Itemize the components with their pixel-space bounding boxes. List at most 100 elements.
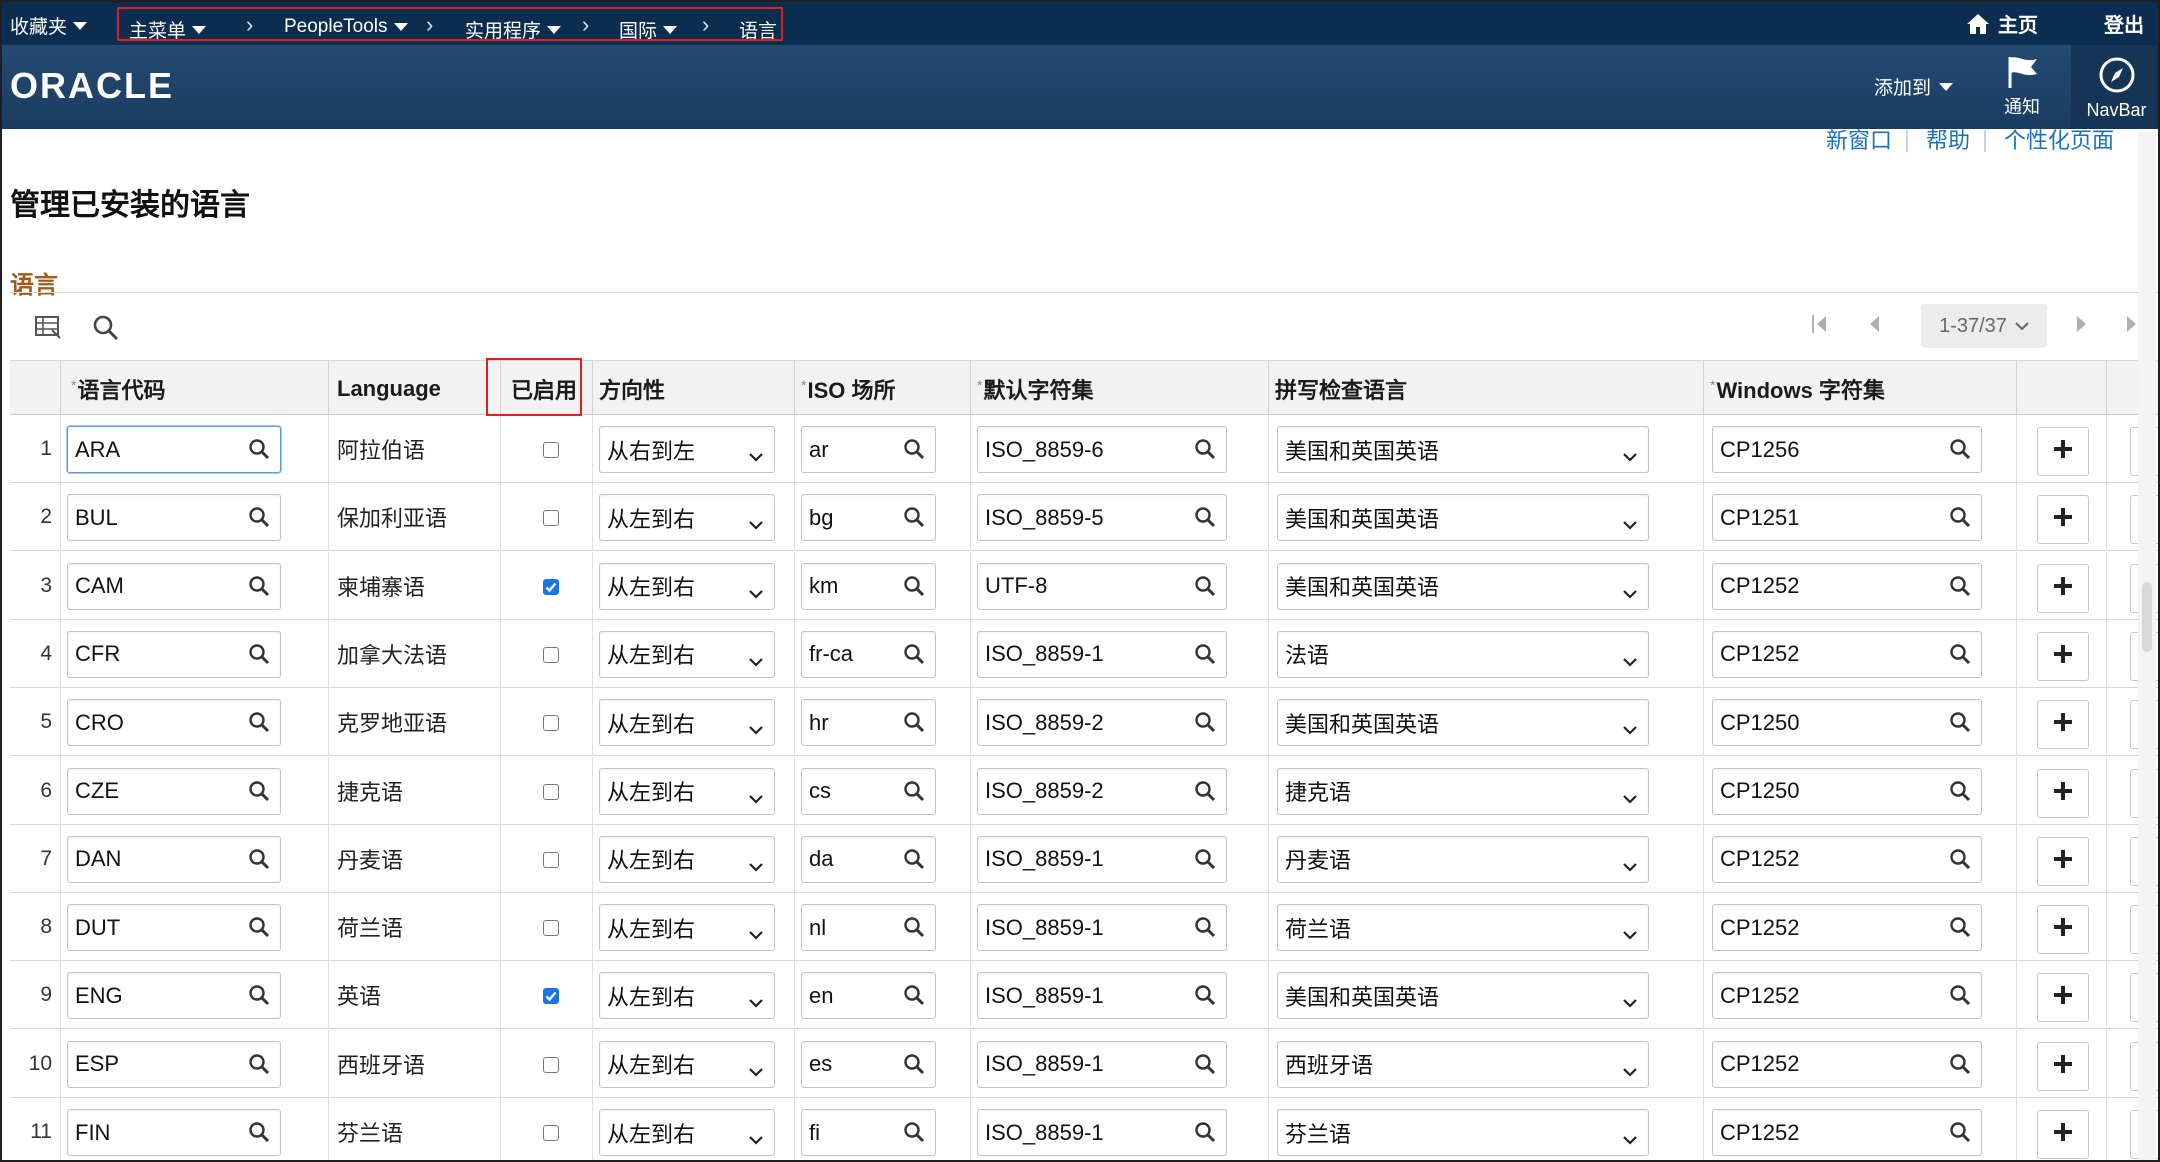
lookup-icon[interactable] — [1949, 643, 1971, 671]
enabled-checkbox[interactable] — [543, 920, 559, 937]
lookup-icon[interactable] — [903, 643, 925, 671]
iso-locale-input[interactable]: cs — [801, 767, 936, 815]
windows-charset-input[interactable]: CP1252 — [1712, 904, 1982, 952]
spell-check-select[interactable]: 美国和英国英语 — [1277, 494, 1649, 542]
personalize-page-link[interactable]: 个性化页面 — [1983, 130, 2128, 152]
windows-charset-input[interactable]: CP1251 — [1712, 494, 1982, 542]
enabled-checkbox[interactable] — [543, 988, 559, 1005]
iso-locale-input[interactable]: fr-ca — [801, 630, 936, 678]
page-range-select[interactable]: 1-37/37 — [1921, 304, 2047, 348]
lookup-icon[interactable] — [248, 916, 270, 944]
lookup-icon[interactable] — [1194, 1053, 1216, 1081]
direction-select[interactable]: 从左到右 — [599, 494, 775, 542]
lookup-icon[interactable] — [1194, 1121, 1216, 1149]
search-icon[interactable] — [92, 314, 120, 342]
add-row-button[interactable] — [2037, 768, 2089, 818]
lookup-icon[interactable] — [1949, 848, 1971, 876]
lookup-icon[interactable] — [1194, 711, 1216, 739]
lookup-icon[interactable] — [1194, 848, 1216, 876]
lookup-icon[interactable] — [903, 1053, 925, 1081]
lookup-icon[interactable] — [248, 848, 270, 876]
notification-button[interactable]: 通知 — [1977, 55, 2067, 119]
enabled-checkbox[interactable] — [543, 1056, 559, 1073]
default-charset-input[interactable]: ISO_8859-2 — [977, 699, 1227, 747]
lookup-icon[interactable] — [248, 506, 270, 534]
lookup-icon[interactable] — [248, 1053, 270, 1081]
lookup-icon[interactable] — [903, 916, 925, 944]
lookup-icon[interactable] — [1949, 438, 1971, 466]
lookup-icon[interactable] — [1194, 506, 1216, 534]
new-window-link[interactable]: 新窗口 — [1808, 130, 1906, 152]
lookup-icon[interactable] — [1949, 916, 1971, 944]
breadcrumb-languages[interactable]: 语言 — [739, 16, 777, 43]
logout-link[interactable]: 登出 — [2104, 9, 2144, 38]
enabled-checkbox[interactable] — [543, 715, 559, 732]
windows-charset-input[interactable]: CP1256 — [1712, 426, 1982, 473]
iso-locale-input[interactable]: hr — [801, 699, 936, 747]
iso-locale-input[interactable]: fi — [801, 1109, 936, 1156]
windows-charset-input[interactable]: CP1252 — [1712, 1040, 1982, 1088]
add-row-button[interactable] — [2037, 700, 2089, 750]
spell-check-select[interactable]: 芬兰语 — [1277, 1109, 1649, 1156]
previous-page-icon[interactable] — [1866, 312, 1882, 336]
lookup-icon[interactable] — [248, 643, 270, 671]
direction-select[interactable]: 从左到右 — [599, 972, 775, 1020]
lookup-icon[interactable] — [903, 984, 925, 1012]
add-row-button[interactable] — [2037, 973, 2089, 1023]
lookup-icon[interactable] — [1949, 506, 1971, 534]
lookup-icon[interactable] — [248, 1121, 270, 1149]
spell-check-select[interactable]: 美国和英国英语 — [1277, 562, 1649, 610]
add-row-button[interactable] — [2037, 563, 2089, 613]
lookup-icon[interactable] — [903, 575, 925, 603]
language-code-input[interactable]: ENG — [67, 972, 281, 1020]
default-charset-input[interactable]: ISO_8859-1 — [977, 630, 1227, 678]
lookup-icon[interactable] — [903, 1121, 925, 1149]
direction-select[interactable]: 从左到右 — [599, 630, 775, 678]
spell-check-select[interactable]: 西班牙语 — [1277, 1040, 1649, 1088]
navbar-button[interactable]: NavBar — [2071, 45, 2158, 129]
lookup-icon[interactable] — [903, 780, 925, 808]
scrollbar-thumb[interactable] — [2142, 582, 2152, 652]
windows-charset-input[interactable]: CP1252 — [1712, 1109, 1982, 1156]
lookup-icon[interactable] — [248, 438, 270, 466]
favorites-menu[interactable]: 收藏夹 — [10, 12, 88, 39]
windows-charset-input[interactable]: CP1252 — [1712, 835, 1982, 883]
spell-check-select[interactable]: 美国和英国英语 — [1277, 426, 1649, 473]
lookup-icon[interactable] — [1949, 1053, 1971, 1081]
add-row-button[interactable] — [2037, 495, 2089, 545]
language-code-input[interactable]: CRO — [67, 699, 281, 747]
default-charset-input[interactable]: ISO_8859-1 — [977, 835, 1227, 883]
column-header-default-charset[interactable]: * 默认字符集 — [970, 361, 1270, 416]
windows-charset-input[interactable]: CP1252 — [1712, 972, 1982, 1020]
windows-charset-input[interactable]: CP1252 — [1712, 630, 1982, 678]
default-charset-input[interactable]: ISO_8859-1 — [977, 1040, 1227, 1088]
default-charset-input[interactable]: ISO_8859-1 — [977, 972, 1227, 1020]
spell-check-select[interactable]: 法语 — [1277, 630, 1649, 678]
lookup-icon[interactable] — [1194, 575, 1216, 603]
direction-select[interactable]: 从左到右 — [599, 767, 775, 815]
default-charset-input[interactable]: ISO_8859-5 — [977, 494, 1227, 542]
add-row-button[interactable] — [2037, 631, 2089, 681]
spell-check-select[interactable]: 捷克语 — [1277, 767, 1649, 815]
spell-check-select[interactable]: 美国和英国英语 — [1277, 972, 1649, 1020]
add-row-button[interactable] — [2037, 427, 2089, 476]
lookup-icon[interactable] — [903, 506, 925, 534]
lookup-icon[interactable] — [903, 848, 925, 876]
column-header-spell-check-language[interactable]: 拼写检查语言 — [1268, 361, 1704, 416]
iso-locale-input[interactable]: km — [801, 562, 936, 610]
column-header-enabled[interactable]: 已启用 — [500, 361, 592, 416]
direction-select[interactable]: 从左到右 — [599, 699, 775, 747]
language-code-input[interactable]: DUT — [67, 904, 281, 952]
breadcrumb-peopletools[interactable]: PeopleTools — [284, 16, 408, 38]
enabled-checkbox[interactable] — [543, 442, 559, 458]
windows-charset-input[interactable]: CP1250 — [1712, 767, 1982, 815]
default-charset-input[interactable]: UTF-8 — [977, 562, 1227, 610]
lookup-icon[interactable] — [1194, 984, 1216, 1012]
add-row-button[interactable] — [2037, 836, 2089, 886]
iso-locale-input[interactable]: bg — [801, 494, 936, 542]
breadcrumb-main-menu[interactable]: 主菜单 — [129, 16, 207, 43]
language-code-input[interactable]: CAM — [67, 562, 281, 610]
direction-select[interactable]: 从左到右 — [599, 904, 775, 952]
home-link[interactable]: 主页 — [1966, 9, 2038, 38]
add-row-button[interactable] — [2037, 1041, 2089, 1091]
